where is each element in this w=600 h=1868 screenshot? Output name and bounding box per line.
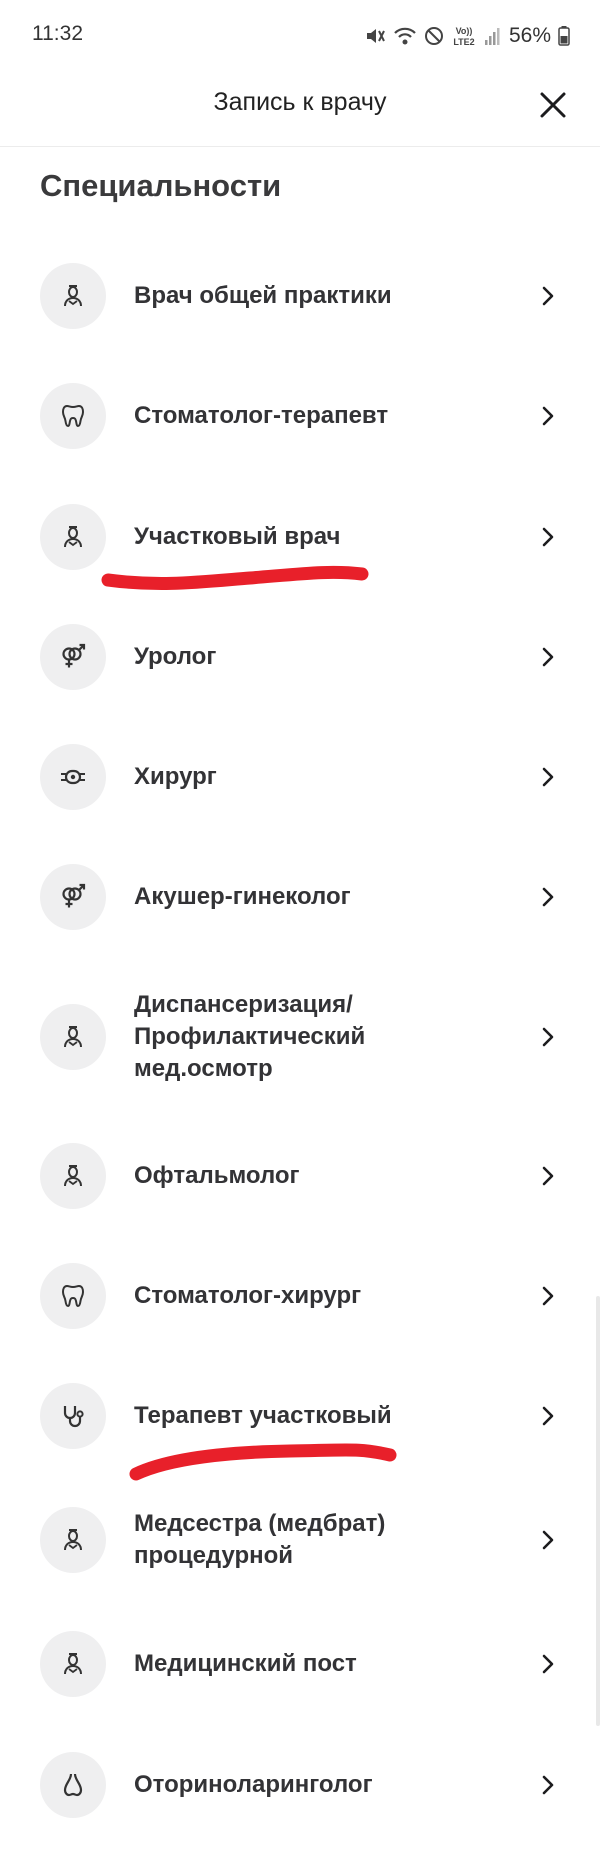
tooth-icon [59, 402, 87, 430]
specialty-label: Стоматолог-терапевт [134, 402, 389, 429]
doctor-icon [59, 1023, 87, 1051]
specialty-label: Терапевт участковый [134, 1402, 392, 1429]
battery-icon [558, 26, 570, 46]
specialty-label: Акушер-гинеколог [134, 883, 351, 910]
bandage-icon [58, 763, 88, 791]
stethoscope-icon [59, 1402, 87, 1430]
doctor-icon [59, 1526, 87, 1554]
nose-icon [59, 1771, 87, 1799]
specialty-item-stomatolog-hirurg[interactable]: Стоматолог-хирург [0, 1246, 600, 1346]
specialty-label: Оториноларинголог [134, 1771, 373, 1798]
specialty-label: Уролог [134, 643, 217, 670]
specialty-item-akusher-ginekolog[interactable]: Акушер-гинеколог [0, 847, 600, 947]
wifi-calling-icon [393, 25, 417, 47]
doctor-icon [59, 1650, 87, 1678]
specialty-icon-circle [40, 864, 106, 930]
section-title: Специальности [40, 168, 282, 203]
specialty-item-medsestra-medbrat-protsedurnoi[interactable]: Медсестра (медбрат) процедурной [0, 1490, 600, 1590]
app-header: Запись к врачу [0, 70, 600, 147]
specialty-item-urolog[interactable]: Уролог [0, 607, 600, 707]
specialty-label: Участковый врач [134, 523, 341, 550]
chevron-right-icon [538, 523, 558, 551]
close-button[interactable] [528, 82, 578, 132]
volte-text: Vo)) [456, 26, 473, 36]
specialty-icon-circle [40, 504, 106, 570]
specialty-label: Офтальмолог [134, 1162, 300, 1189]
battery-percent: 56% [508, 24, 551, 47]
chevron-right-icon [538, 402, 558, 430]
close-icon [539, 91, 567, 124]
mute-icon [364, 25, 386, 47]
specialty-item-vrach-obschei-praktiki[interactable]: Врач общей практики [0, 246, 600, 346]
specialty-label: Медицинский пост [134, 1650, 357, 1677]
status-icons: Vo)) LTE2 56% [364, 20, 570, 52]
specialty-icon-circle [40, 624, 106, 690]
specialty-item-terapevt-uchastkovyi[interactable]: Терапевт участковый [0, 1366, 600, 1466]
specialty-item-meditsinskii-post[interactable]: Медицинский пост [0, 1614, 600, 1714]
specialty-icon-circle [40, 1143, 106, 1209]
chevron-right-icon [538, 1526, 558, 1554]
status-bar: 11:32 Vo)) LTE2 56% [0, 0, 600, 70]
specialty-icon-circle [40, 744, 106, 810]
specialty-icon-circle [40, 1507, 106, 1573]
doctor-icon [59, 1162, 87, 1190]
specialty-label: Хирург [134, 763, 217, 790]
chevron-right-icon [538, 1162, 558, 1190]
signal-icon [484, 26, 500, 46]
chevron-right-icon [538, 1771, 558, 1799]
specialty-icon-circle [40, 1004, 106, 1070]
chevron-right-icon [538, 643, 558, 671]
specialty-icon-circle [40, 1752, 106, 1818]
specialty-item-stomatolog-terapevt[interactable]: Стоматолог-терапевт [0, 366, 600, 466]
chevron-right-icon [538, 282, 558, 310]
doctor-icon [59, 282, 87, 310]
specialty-item-hirurg[interactable]: Хирург [0, 727, 600, 827]
specialty-icon-circle [40, 1263, 106, 1329]
chevron-right-icon [538, 1282, 558, 1310]
do-not-disturb-icon [424, 26, 444, 46]
scroll-indicator[interactable] [596, 1296, 600, 1726]
chevron-right-icon [538, 1023, 558, 1051]
specialty-icon-circle [40, 383, 106, 449]
specialty-icon-circle [40, 1383, 106, 1449]
gender-icon [58, 883, 88, 911]
chevron-right-icon [538, 1650, 558, 1678]
tooth-icon [59, 1282, 87, 1310]
specialty-icon-circle [40, 1631, 106, 1697]
chevron-right-icon [538, 883, 558, 911]
gender-icon [58, 643, 88, 671]
chevron-right-icon [538, 763, 558, 791]
chevron-right-icon [538, 1402, 558, 1430]
specialty-item-dispanserizatsiya-profilakticheskii-med-[interactable]: Диспансеризация/ Профилактический мед.ос… [0, 987, 600, 1087]
lte2-text: LTE2 [453, 37, 474, 47]
page-title: Запись к врачу [213, 88, 387, 116]
specialty-item-oftalmolog[interactable]: Офтальмолог [0, 1126, 600, 1226]
doctor-icon [59, 523, 87, 551]
volte-lte2-icon: Vo)) LTE2 [451, 24, 477, 48]
status-time: 11:32 [32, 22, 83, 45]
specialty-label: Врач общей практики [134, 282, 392, 309]
specialty-label: Стоматолог-хирург [134, 1282, 362, 1309]
specialty-label: Медсестра (медбрат) процедурной [134, 1510, 386, 1569]
specialty-label: Диспансеризация/ Профилактический мед.ос… [134, 991, 366, 1082]
specialty-icon-circle [40, 263, 106, 329]
specialty-item-uchastkovyi-vrach[interactable]: Участковый врач [0, 487, 600, 587]
specialty-item-otorinolaringolog[interactable]: Оториноларинголог [0, 1735, 600, 1835]
